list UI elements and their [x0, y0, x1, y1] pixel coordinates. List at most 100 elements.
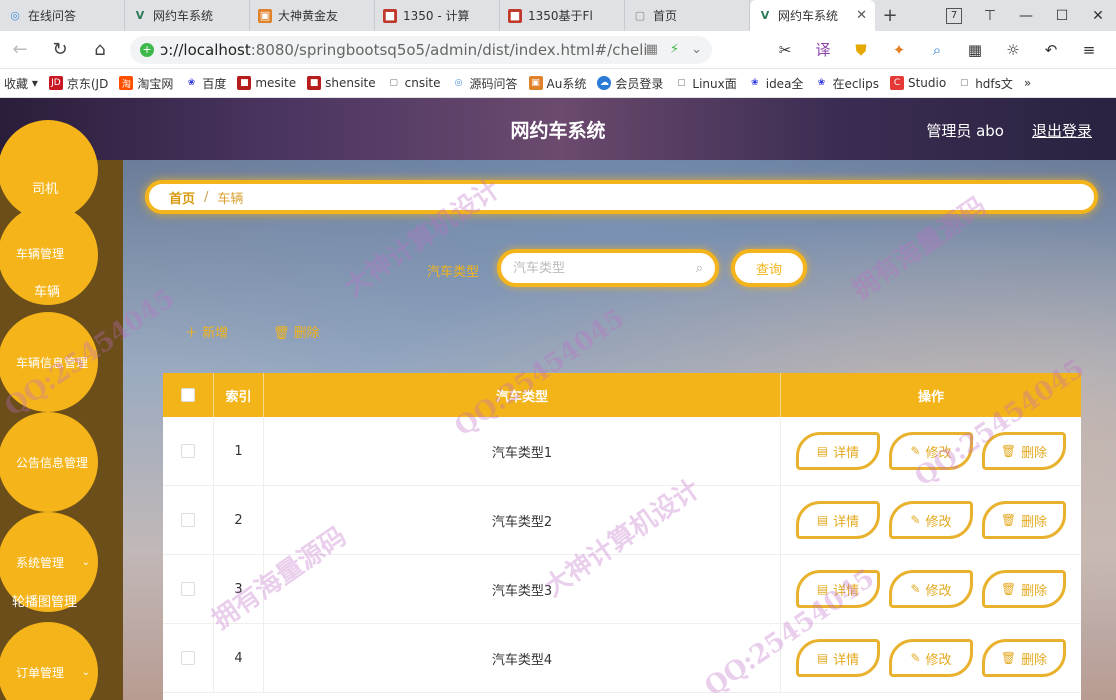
- bookmark-linux[interactable]: ▢ Linux面: [674, 75, 737, 92]
- detail-button[interactable]: ▤ 详情: [796, 501, 880, 539]
- bookmark-hdfs[interactable]: ▢ hdfs文: [957, 75, 1013, 92]
- edit-button[interactable]: ✎ 修改: [889, 432, 973, 470]
- dropdown-icon[interactable]: ⌄: [691, 42, 702, 57]
- edit-button[interactable]: ✎ 修改: [889, 639, 973, 677]
- bookmark-qa[interactable]: ◎ 源码问答: [452, 75, 518, 92]
- delete-button[interactable]: 🗑 删除: [982, 432, 1066, 470]
- trash-icon: 🗑: [1000, 651, 1017, 665]
- row-index: 4: [213, 624, 263, 692]
- maximize-icon[interactable]: ☐: [1044, 8, 1080, 24]
- bookmark-studio[interactable]: C Studio: [889, 76, 946, 90]
- bookmark-taobao[interactable]: 淘淘宝网: [119, 75, 173, 92]
- home-icon[interactable]: ⌂: [80, 39, 120, 60]
- bookmark-shensite[interactable]: ■ shensite: [307, 76, 376, 90]
- vue-icon: V: [760, 9, 770, 22]
- back-icon[interactable]: ←: [0, 39, 40, 60]
- batch-delete-button[interactable]: 🗑 删除: [273, 322, 320, 341]
- logout-link[interactable]: 退出登录: [1032, 120, 1092, 141]
- browser-tab-5[interactable]: ■ 1350基于Fl: [500, 0, 625, 31]
- browser-tab-3[interactable]: ▣ 大神黄金友: [250, 0, 375, 31]
- browser-tab-4[interactable]: ■ 1350 - 计算: [375, 0, 500, 31]
- sidebar-subitem-vehicle[interactable]: 车辆: [34, 281, 60, 300]
- close-window-icon[interactable]: ✕: [1080, 8, 1116, 24]
- document-icon: ▤: [816, 582, 829, 596]
- bookmark-baidu[interactable]: ❀ 百度: [184, 75, 227, 92]
- detail-button[interactable]: ▤ 详情: [796, 570, 880, 608]
- bookmarks-overflow[interactable]: »: [1024, 76, 1031, 90]
- scissors-icon[interactable]: ✂: [766, 41, 804, 59]
- delete-button[interactable]: 🗑 删除: [982, 570, 1066, 608]
- table-row: 3 汽车类型3 ▤ 详情 ✎ 修改 🗑 删除: [163, 555, 1081, 624]
- row-checkbox[interactable]: [181, 582, 195, 596]
- query-button[interactable]: 查询: [731, 249, 807, 287]
- row-checkbox[interactable]: [181, 513, 195, 527]
- browser-toolbar: ✂ 译 ⛊ ✦ ⌕ ▦ ☼ ↶ ≡: [766, 39, 1116, 60]
- sun-icon[interactable]: ☼: [994, 41, 1032, 59]
- translate-icon[interactable]: 译: [804, 39, 842, 60]
- new-tab-icon[interactable]: +: [875, 0, 905, 31]
- square-icon: ▣: [258, 8, 272, 23]
- bolt-icon[interactable]: ⚡: [670, 42, 679, 57]
- breadcrumb-separator: /: [204, 189, 209, 205]
- detail-button[interactable]: ▤ 详情: [796, 432, 880, 470]
- page-icon: ▢: [677, 78, 686, 88]
- trash-icon: 🗑: [1000, 513, 1017, 527]
- delete-button[interactable]: 🗑 删除: [982, 501, 1066, 539]
- delete-button[interactable]: 🗑 删除: [982, 639, 1066, 677]
- bookmark-cnsite[interactable]: ▢ cnsite: [387, 76, 440, 90]
- browser-tab-2[interactable]: V 网约车系统: [125, 0, 250, 31]
- bookmark-au[interactable]: ▣ Au系统: [528, 75, 586, 92]
- select-all-checkbox[interactable]: [181, 388, 195, 402]
- chevron-down-icon: ⌄: [81, 666, 90, 678]
- pencil-icon: ✎: [910, 582, 921, 596]
- sidebar-subitem-carousel[interactable]: 轮播图管理: [12, 591, 77, 610]
- row-ops: ▤ 详情 ✎ 修改 🗑 删除: [780, 417, 1081, 485]
- browser-tab-1[interactable]: ◎ 在线问答: [0, 0, 125, 31]
- minimize-icon[interactable]: —: [1008, 8, 1044, 24]
- bookmark-login[interactable]: ☁ 会员登录: [597, 75, 663, 92]
- search-input[interactable]: [513, 260, 696, 276]
- shield-icon[interactable]: ⛊: [842, 41, 880, 59]
- menu-icon[interactable]: ≡: [1070, 41, 1108, 59]
- browser-tab-active[interactable]: V 网约车系统 ✕: [750, 0, 875, 31]
- red-square-icon: ■: [307, 76, 322, 90]
- add-button[interactable]: ＋ 新增: [185, 322, 228, 341]
- edit-button[interactable]: ✎ 修改: [889, 501, 973, 539]
- sidebar-item-vehicle-info[interactable]: 车辆信息管理: [0, 312, 98, 412]
- document-icon: ▤: [816, 444, 829, 458]
- address-bar-row: ← ↻ ⌂ + ɔ://localhost:8080/springbootsq5…: [0, 31, 1116, 69]
- c-icon: C: [889, 76, 904, 90]
- url-field[interactable]: + ɔ://localhost:8080/springbootsq5o5/adm…: [130, 35, 712, 64]
- table-header: 索引 汽车类型 操作: [163, 373, 1081, 417]
- bookmark-eclipse[interactable]: ❀ 在eclips: [814, 75, 879, 92]
- bookmarks-bar: 收藏 ▾ JD 京东(JD 淘淘宝网 ❀ 百度 ■ mesite ■ shensite …: [0, 69, 1116, 98]
- sidebar-item-notice[interactable]: 公告信息管理: [0, 412, 98, 512]
- game-icon[interactable]: ✦: [880, 41, 918, 59]
- search-label: 汽车类型: [427, 265, 480, 280]
- row-index: 1: [213, 417, 263, 485]
- close-tab-icon[interactable]: ✕: [856, 8, 867, 23]
- sidebar-item-orders[interactable]: 订单管理 ⌄: [0, 622, 98, 700]
- search-field[interactable]: ⌕: [497, 249, 719, 287]
- row-checkbox[interactable]: [181, 651, 195, 665]
- breadcrumb-home[interactable]: 首页: [169, 188, 195, 207]
- browser-tab-6[interactable]: ▢ 首页: [625, 0, 750, 31]
- grid-icon[interactable]: ▦: [956, 41, 994, 59]
- qr-icon[interactable]: ▦: [646, 42, 658, 57]
- header-type: 汽车类型: [263, 373, 780, 417]
- undo-icon[interactable]: ↶: [1032, 41, 1070, 59]
- tab-count-icon[interactable]: 7: [946, 7, 962, 24]
- bookmark-favorites[interactable]: 收藏 ▾: [4, 75, 38, 92]
- cloud-icon: ☁: [597, 76, 612, 90]
- bookmark-jd[interactable]: JD 京东(JD: [48, 75, 108, 92]
- edit-button[interactable]: ✎ 修改: [889, 570, 973, 608]
- globe-icon: ◎: [10, 9, 20, 22]
- search-icon[interactable]: ⌕: [918, 41, 956, 59]
- bookmark-mesite[interactable]: ■ mesite: [237, 76, 296, 90]
- shirt-icon[interactable]: ⊤: [972, 8, 1008, 24]
- red-icon: ■: [383, 8, 397, 23]
- row-checkbox[interactable]: [181, 444, 195, 458]
- bookmark-idea[interactable]: ❀ idea全: [748, 75, 803, 92]
- detail-button[interactable]: ▤ 详情: [796, 639, 880, 677]
- reload-icon[interactable]: ↻: [40, 39, 80, 60]
